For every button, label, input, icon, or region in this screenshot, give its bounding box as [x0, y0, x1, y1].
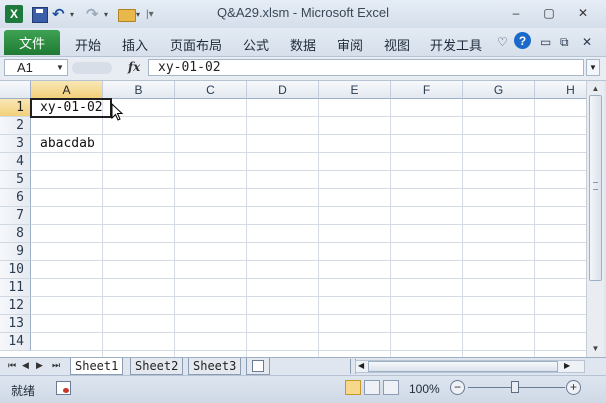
gridlines [31, 99, 586, 357]
tab-review[interactable]: 审阅 [337, 35, 363, 54]
ribbon-tab-bar: 文件 开始 插入 页面布局 公式 数据 审阅 视图 开发工具 ♡ ? ▭ ⧉ ✕ [0, 28, 606, 57]
page-break-preview-icon[interactable] [383, 380, 399, 395]
page-layout-view-icon[interactable] [364, 380, 380, 395]
tab-developer[interactable]: 开发工具 [430, 35, 482, 54]
insert-function-icon[interactable]: fx [128, 60, 140, 74]
tab-home[interactable]: 开始 [75, 35, 101, 54]
tab-file[interactable]: 文件 [4, 30, 60, 55]
record-macro-icon[interactable] [56, 381, 71, 395]
scroll-up-icon[interactable]: ▲ [589, 81, 602, 95]
horizontal-scroll-thumb[interactable] [368, 361, 558, 372]
worksheet-grid[interactable]: ABCDEFGH 1 2 3 4 5 6 7 8 9 10 11 12 13 14 xy-01-02 ab… [0, 81, 586, 357]
zoom-level[interactable]: 100% [409, 382, 440, 396]
tab-formulas[interactable]: 公式 [243, 35, 269, 54]
insert-sheet-icon[interactable] [246, 358, 270, 375]
vertical-scrollbar[interactable]: ▲ ▼ [586, 81, 604, 357]
help-icon[interactable]: ? [514, 32, 531, 49]
vertical-scroll-thumb[interactable] [589, 95, 602, 281]
tab-insert[interactable]: 插入 [122, 35, 148, 54]
ribbon-collapse-icon[interactable]: ♡ [497, 35, 508, 49]
status-bar: 就绪 100% − + [0, 375, 606, 403]
sheet-tab-sheet2[interactable]: Sheet2 [130, 358, 184, 375]
name-box-dropdown-icon[interactable]: ▼ [56, 63, 64, 72]
scroll-left-icon[interactable]: ◀ [358, 361, 364, 370]
title-bar: X ↶ ▾ ↷ ▾ ▾ |▾ Q&A29.xlsm - Microsoft Ex… [0, 0, 606, 28]
minimize-button[interactable]: – [505, 5, 527, 21]
cell-a3[interactable]: abacdab [40, 135, 95, 153]
formula-bar: A1 ▼ fx xy-01-02 ▼ [0, 57, 606, 81]
formula-bar-splitter[interactable] [72, 62, 112, 74]
mouse-cursor-icon [111, 103, 124, 121]
formula-input[interactable]: xy-01-02 [148, 59, 584, 76]
first-sheet-icon[interactable]: ⏮ [8, 360, 16, 371]
sheet-tab-sheet3[interactable]: Sheet3 [188, 358, 242, 375]
horizontal-scrollbar[interactable]: ◀ ▶ [355, 360, 585, 373]
cell-a1[interactable]: xy-01-02 [40, 99, 103, 117]
tab-data[interactable]: 数据 [290, 35, 316, 54]
prev-sheet-icon[interactable]: ◀ [22, 360, 29, 371]
zoom-out-icon[interactable]: − [450, 380, 465, 395]
normal-view-icon[interactable] [345, 380, 361, 395]
sheet-tab-sheet1[interactable]: Sheet1 [70, 358, 124, 375]
zoom-in-icon[interactable]: + [566, 380, 581, 395]
restore-window-icon[interactable]: ⧉ [560, 35, 569, 50]
next-sheet-icon[interactable]: ▶ [36, 360, 43, 371]
close-button[interactable]: ✕ [572, 5, 594, 21]
thumb-grip [593, 182, 598, 190]
restore-button[interactable]: ▢ [538, 5, 560, 21]
status-mode: 就绪 [11, 384, 36, 398]
tab-page-layout[interactable]: 页面布局 [170, 35, 222, 54]
minimize-ribbon-icon[interactable]: ▭ [540, 35, 551, 49]
sheet-tab-bar: ⏮ ◀ ▶ ⏭ Sheet1 Sheet2 Sheet3 ◀ ▶ [0, 357, 606, 376]
tab-view[interactable]: 视图 [384, 35, 410, 54]
close-window-icon[interactable]: ✕ [582, 35, 592, 49]
zoom-slider-thumb[interactable] [511, 381, 519, 393]
expand-formula-bar-icon[interactable]: ▼ [586, 59, 600, 76]
scroll-down-icon[interactable]: ▼ [589, 341, 602, 355]
last-sheet-icon[interactable]: ⏭ [52, 360, 60, 371]
scroll-right-icon[interactable]: ▶ [564, 361, 570, 370]
